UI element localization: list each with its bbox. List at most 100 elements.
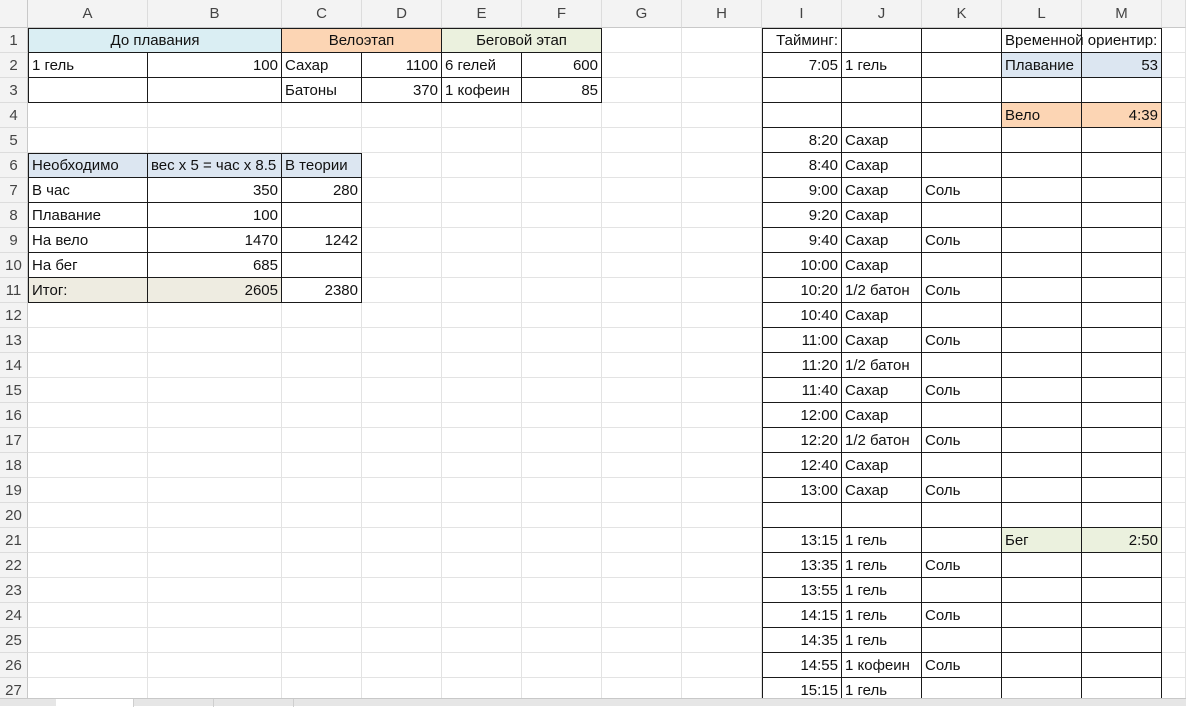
cell-overflow[interactable] bbox=[1162, 178, 1186, 203]
cell-h1[interactable] bbox=[682, 28, 762, 53]
cell-f26[interactable] bbox=[522, 653, 602, 678]
cell-c24[interactable] bbox=[282, 603, 362, 628]
cell-k9[interactable]: Соль bbox=[922, 228, 1002, 253]
cell-j4[interactable] bbox=[842, 103, 922, 128]
cell-d15[interactable] bbox=[362, 378, 442, 403]
cell-l22[interactable] bbox=[1002, 553, 1082, 578]
cell-j21[interactable]: 1 гель bbox=[842, 528, 922, 553]
cell-m5[interactable] bbox=[1082, 128, 1162, 153]
cell-g14[interactable] bbox=[602, 353, 682, 378]
cell-e9[interactable] bbox=[442, 228, 522, 253]
cell-j26[interactable]: 1 кофеин bbox=[842, 653, 922, 678]
select-all-corner[interactable] bbox=[0, 0, 28, 28]
cell-m9[interactable] bbox=[1082, 228, 1162, 253]
cell-c17[interactable] bbox=[282, 428, 362, 453]
cell-j3[interactable] bbox=[842, 78, 922, 103]
cell-l25[interactable] bbox=[1002, 628, 1082, 653]
cell-e10[interactable] bbox=[442, 253, 522, 278]
cell-i2[interactable]: 7:05 bbox=[762, 53, 842, 78]
cell-g26[interactable] bbox=[602, 653, 682, 678]
cell-l2[interactable]: Плавание bbox=[1002, 53, 1082, 78]
cell-m2[interactable]: 53 bbox=[1082, 53, 1162, 78]
cell-c22[interactable] bbox=[282, 553, 362, 578]
cell-overflow[interactable] bbox=[1162, 653, 1186, 678]
cell-m8[interactable] bbox=[1082, 203, 1162, 228]
cell-j10[interactable]: Сахар bbox=[842, 253, 922, 278]
cell-b13[interactable] bbox=[148, 328, 282, 353]
cell-e15[interactable] bbox=[442, 378, 522, 403]
cell-k7[interactable]: Соль bbox=[922, 178, 1002, 203]
cell-g11[interactable] bbox=[602, 278, 682, 303]
cell-e27[interactable] bbox=[442, 678, 522, 698]
cell-g5[interactable] bbox=[602, 128, 682, 153]
cell-overflow[interactable] bbox=[1162, 203, 1186, 228]
cell-overflow[interactable] bbox=[1162, 628, 1186, 653]
cell-b27[interactable] bbox=[148, 678, 282, 698]
cell-i8[interactable]: 9:20 bbox=[762, 203, 842, 228]
row-header-19[interactable]: 19 bbox=[0, 478, 28, 503]
cell-f24[interactable] bbox=[522, 603, 602, 628]
cell-b5[interactable] bbox=[148, 128, 282, 153]
cell-e16[interactable] bbox=[442, 403, 522, 428]
cell-j11[interactable]: 1/2 батон bbox=[842, 278, 922, 303]
cell-a21[interactable] bbox=[28, 528, 148, 553]
cell-b12[interactable] bbox=[148, 303, 282, 328]
cell-overflow[interactable] bbox=[1162, 453, 1186, 478]
cell-a10[interactable]: На бег bbox=[28, 253, 148, 278]
cell-l24[interactable] bbox=[1002, 603, 1082, 628]
cell-b21[interactable] bbox=[148, 528, 282, 553]
cell-g17[interactable] bbox=[602, 428, 682, 453]
cell-e12[interactable] bbox=[442, 303, 522, 328]
cell-g21[interactable] bbox=[602, 528, 682, 553]
cell-f15[interactable] bbox=[522, 378, 602, 403]
cell-m1[interactable] bbox=[1082, 28, 1162, 53]
column-header-f[interactable]: F bbox=[522, 0, 602, 28]
cell-m3[interactable] bbox=[1082, 78, 1162, 103]
cell-f7[interactable] bbox=[522, 178, 602, 203]
cell-h25[interactable] bbox=[682, 628, 762, 653]
cell-j19[interactable]: Сахар bbox=[842, 478, 922, 503]
cell-b3[interactable] bbox=[148, 78, 282, 103]
cell-i20[interactable] bbox=[762, 503, 842, 528]
cell-h23[interactable] bbox=[682, 578, 762, 603]
cell-i17[interactable]: 12:20 bbox=[762, 428, 842, 453]
cell-e6[interactable] bbox=[442, 153, 522, 178]
cell-b24[interactable] bbox=[148, 603, 282, 628]
cell-i25[interactable]: 14:35 bbox=[762, 628, 842, 653]
cell-i5[interactable]: 8:20 bbox=[762, 128, 842, 153]
cell-k13[interactable]: Соль bbox=[922, 328, 1002, 353]
cell-l4[interactable]: Вело bbox=[1002, 103, 1082, 128]
row-header-12[interactable]: 12 bbox=[0, 303, 28, 328]
cell-i22[interactable]: 13:35 bbox=[762, 553, 842, 578]
cell-d23[interactable] bbox=[362, 578, 442, 603]
cell-c8[interactable] bbox=[282, 203, 362, 228]
cell-b19[interactable] bbox=[148, 478, 282, 503]
row-header-21[interactable]: 21 bbox=[0, 528, 28, 553]
row-header-5[interactable]: 5 bbox=[0, 128, 28, 153]
cell-h24[interactable] bbox=[682, 603, 762, 628]
cell-h19[interactable] bbox=[682, 478, 762, 503]
cell-k26[interactable]: Соль bbox=[922, 653, 1002, 678]
cell-k23[interactable] bbox=[922, 578, 1002, 603]
column-header-b[interactable]: B bbox=[148, 0, 282, 28]
cell-g16[interactable] bbox=[602, 403, 682, 428]
cell-j7[interactable]: Сахар bbox=[842, 178, 922, 203]
cell-b16[interactable] bbox=[148, 403, 282, 428]
cell-j16[interactable]: Сахар bbox=[842, 403, 922, 428]
cell-overflow[interactable] bbox=[1162, 278, 1186, 303]
cell-m18[interactable] bbox=[1082, 453, 1162, 478]
cell-a23[interactable] bbox=[28, 578, 148, 603]
cell-overflow[interactable] bbox=[1162, 303, 1186, 328]
cell-c26[interactable] bbox=[282, 653, 362, 678]
cell-h5[interactable] bbox=[682, 128, 762, 153]
cell-b11[interactable]: 2605 bbox=[148, 278, 282, 303]
cell-l7[interactable] bbox=[1002, 178, 1082, 203]
cell-i4[interactable] bbox=[762, 103, 842, 128]
cell-l23[interactable] bbox=[1002, 578, 1082, 603]
cell-overflow[interactable] bbox=[1162, 78, 1186, 103]
cell-a7[interactable]: В час bbox=[28, 178, 148, 203]
cell-m23[interactable] bbox=[1082, 578, 1162, 603]
row-header-20[interactable]: 20 bbox=[0, 503, 28, 528]
cell-m7[interactable] bbox=[1082, 178, 1162, 203]
cell-overflow[interactable] bbox=[1162, 403, 1186, 428]
